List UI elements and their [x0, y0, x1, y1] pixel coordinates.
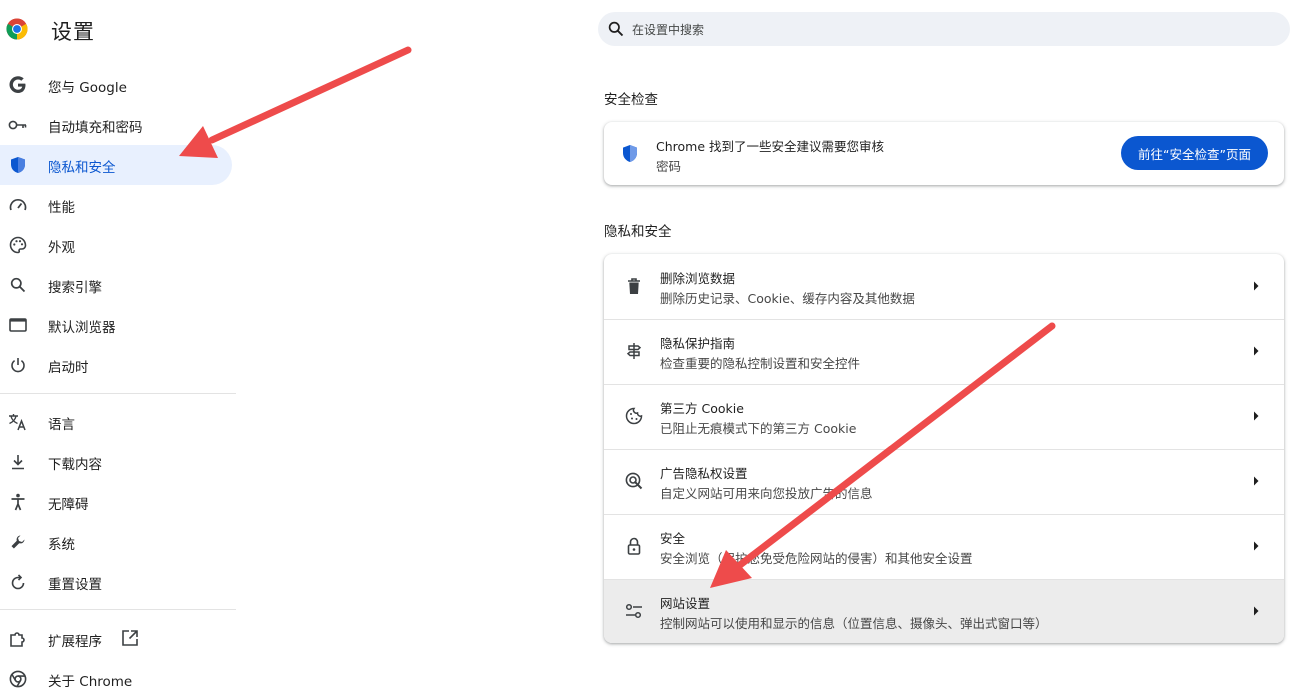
- row-subtitle: 已阻止无痕模式下的第三方 Cookie: [660, 421, 857, 436]
- sidebar-item-system[interactable]: 系统: [0, 522, 232, 562]
- sidebar-item-extensions[interactable]: 扩展程序: [0, 619, 232, 659]
- chevron-right-icon: [1254, 541, 1259, 551]
- row-divider: [604, 319, 1284, 320]
- row-third-party-cookies[interactable]: 第三方 Cookie 已阻止无痕模式下的第三方 Cookie: [604, 384, 1284, 448]
- sidebar-item-label: 下载内容: [48, 457, 102, 473]
- sidebar-item-autofill[interactable]: 自动填充和密码: [0, 105, 232, 145]
- row-subtitle: 删除历史记录、Cookie、缓存内容及其他数据: [660, 291, 915, 306]
- chrome-icon: [8, 670, 28, 688]
- speedometer-icon: [8, 196, 28, 214]
- sidebar: 设置 您与 Google 自动填充和密码 隐私和安全 性能 外观 搜索引擎 默认…: [0, 0, 236, 697]
- sidebar-item-appearance[interactable]: 外观: [0, 225, 232, 265]
- sidebar-item-label: 外观: [48, 240, 75, 256]
- accessibility-icon: [8, 493, 28, 511]
- sidebar-item-about-chrome[interactable]: 关于 Chrome: [0, 659, 232, 697]
- sidebar-item-languages[interactable]: 语言: [0, 402, 232, 442]
- row-subtitle: 控制网站可以使用和显示的信息（位置信息、摄像头、弹出式窗口等）: [660, 616, 1048, 631]
- shield-icon: [8, 156, 28, 174]
- sidebar-item-label: 自动填充和密码: [48, 120, 143, 136]
- sidebar-divider: [0, 393, 236, 394]
- settings-search-box[interactable]: [598, 12, 1290, 46]
- trash-icon: [624, 275, 644, 297]
- row-title: 安全: [660, 531, 686, 546]
- go-to-safety-check-button[interactable]: 前往“安全检查”页面: [1121, 136, 1268, 170]
- sidebar-item-label: 无障碍: [48, 497, 89, 513]
- sidebar-item-privacy-security[interactable]: 隐私和安全: [0, 145, 232, 185]
- privacy-security-card: 删除浏览数据 删除历史记录、Cookie、缓存内容及其他数据 隐私保护指南 检查…: [604, 254, 1284, 643]
- signpost-icon: [624, 340, 644, 362]
- row-divider: [604, 514, 1284, 515]
- row-subtitle: 安全浏览（保护您免受危险网站的侵害）和其他安全设置: [660, 551, 973, 566]
- safety-check-detail: 密码: [656, 159, 682, 174]
- sidebar-item-label: 语言: [48, 417, 75, 433]
- chevron-right-icon: [1254, 411, 1259, 421]
- safety-check-message: Chrome 找到了一些安全建议需要您审核: [656, 139, 885, 154]
- palette-icon: [8, 236, 28, 254]
- sidebar-item-label: 您与 Google: [48, 80, 127, 96]
- row-divider: [604, 579, 1284, 580]
- wrench-icon: [8, 533, 28, 551]
- sidebar-item-performance[interactable]: 性能: [0, 185, 232, 225]
- ad-privacy-icon: [624, 470, 644, 492]
- sidebar-item-on-startup[interactable]: 启动时: [0, 345, 232, 385]
- shield-icon: [623, 145, 637, 162]
- row-divider: [604, 449, 1284, 450]
- settings-page: 设置 您与 Google 自动填充和密码 隐私和安全 性能 外观 搜索引擎 默认…: [0, 0, 1297, 697]
- row-title: 删除浏览数据: [660, 271, 736, 286]
- sidebar-item-reset[interactable]: 重置设置: [0, 562, 232, 602]
- safety-check-card: Chrome 找到了一些安全建议需要您审核 密码 前往“安全检查”页面: [604, 122, 1284, 185]
- sidebar-item-downloads[interactable]: 下载内容: [0, 442, 232, 482]
- privacy-security-heading: 隐私和安全: [604, 224, 672, 240]
- download-icon: [8, 453, 28, 471]
- row-title: 广告隐私权设置: [660, 466, 748, 481]
- power-icon: [8, 356, 28, 374]
- row-site-settings[interactable]: 网站设置 控制网站可以使用和显示的信息（位置信息、摄像头、弹出式窗口等）: [604, 579, 1284, 643]
- translate-icon: [8, 413, 28, 431]
- lock-icon: [624, 535, 644, 557]
- app-title: 设置: [51, 20, 95, 44]
- chrome-logo-icon: [6, 18, 28, 40]
- sidebar-item-label: 性能: [48, 200, 75, 216]
- row-subtitle: 检查重要的隐私控制设置和安全控件: [660, 356, 861, 371]
- row-security[interactable]: 安全 安全浏览（保护您免受危险网站的侵害）和其他安全设置: [604, 514, 1284, 578]
- row-privacy-guide[interactable]: 隐私保护指南 检查重要的隐私控制设置和安全控件: [604, 319, 1284, 383]
- open-in-new-icon: [122, 630, 138, 646]
- sidebar-item-accessibility[interactable]: 无障碍: [0, 482, 232, 522]
- search-input[interactable]: [630, 18, 1274, 42]
- chevron-right-icon: [1254, 476, 1259, 486]
- sidebar-item-label: 重置设置: [48, 577, 102, 593]
- safety-check-heading: 安全检查: [604, 92, 658, 108]
- sidebar-item-search-engine[interactable]: 搜索引擎: [0, 265, 232, 305]
- sidebar-item-label: 启动时: [48, 360, 89, 376]
- sidebar-item-label: 关于 Chrome: [48, 674, 133, 690]
- reset-icon: [8, 573, 28, 591]
- tune-icon: [624, 600, 644, 622]
- row-title: 第三方 Cookie: [660, 401, 744, 416]
- search-icon: [608, 21, 624, 37]
- chevron-right-icon: [1254, 606, 1259, 616]
- row-divider: [604, 384, 1284, 385]
- puzzle-icon: [8, 630, 28, 648]
- row-clear-browsing-data[interactable]: 删除浏览数据 删除历史记录、Cookie、缓存内容及其他数据: [604, 254, 1284, 318]
- browser-window-icon: [8, 316, 28, 334]
- google-g-icon: [8, 76, 28, 94]
- sidebar-item-label: 扩展程序: [48, 634, 102, 650]
- chevron-right-icon: [1254, 346, 1259, 356]
- sidebar-item-you-and-google[interactable]: 您与 Google: [0, 65, 232, 105]
- key-icon: [8, 116, 28, 134]
- sidebar-item-label: 系统: [48, 537, 75, 553]
- sidebar-divider: [0, 609, 236, 610]
- sidebar-item-default-browser[interactable]: 默认浏览器: [0, 305, 232, 345]
- sidebar-item-label: 默认浏览器: [48, 320, 116, 336]
- cookie-icon: [624, 405, 644, 427]
- chevron-right-icon: [1254, 281, 1259, 291]
- app-header: 设置: [0, 0, 236, 60]
- row-title: 网站设置: [660, 596, 711, 611]
- row-title: 隐私保护指南: [660, 336, 736, 351]
- sidebar-item-label: 隐私和安全: [48, 160, 116, 176]
- sidebar-item-label: 搜索引擎: [48, 280, 102, 296]
- row-subtitle: 自定义网站可用来向您投放广告的信息: [660, 486, 873, 501]
- row-ad-privacy[interactable]: 广告隐私权设置 自定义网站可用来向您投放广告的信息: [604, 449, 1284, 513]
- search-icon: [8, 276, 28, 294]
